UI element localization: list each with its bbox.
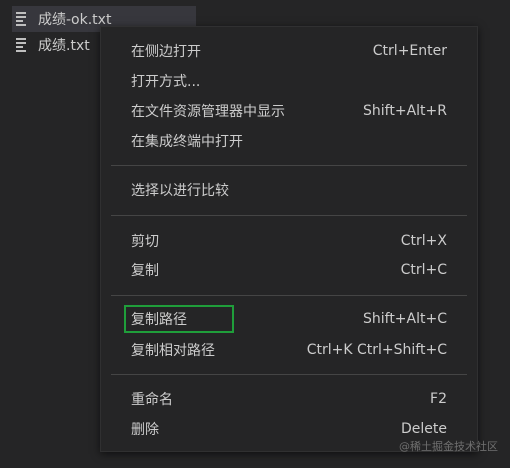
file-name: 成绩.txt [38,38,90,54]
menu-item-rename[interactable]: 重命名 F2 [101,385,477,413]
menu-item-shortcut: Ctrl+X [400,233,447,249]
menu-item-shortcut: Ctrl+K Ctrl+Shift+C [306,342,447,358]
menu-item-copy-relative-path[interactable]: 复制相对路径 Ctrl+K Ctrl+Shift+C [101,336,477,364]
menu-separator [111,165,467,166]
menu-item-label: 在文件资源管理器中显示 [131,104,285,120]
menu-item-label: 重命名 [131,392,173,408]
menu-separator [111,374,467,375]
menu-item-open-with[interactable]: 打开方式... [101,67,477,95]
text-file-icon [16,12,30,26]
menu-item-label: 复制相对路径 [131,343,215,359]
menu-item-open-in-terminal[interactable]: 在集成终端中打开 [101,127,477,155]
menu-separator [111,215,467,216]
menu-item-label: 在集成终端中打开 [131,134,243,150]
menu-separator [111,295,467,296]
menu-item-label: 选择以进行比较 [131,183,229,199]
menu-item-shortcut: F2 [430,391,447,407]
menu-item-copy[interactable]: 复制 Ctrl+C [101,256,477,284]
context-menu: 在侧边打开 Ctrl+Enter 打开方式... 在文件资源管理器中显示 Shi… [100,26,478,452]
menu-item-shortcut: Ctrl+C [400,262,447,278]
menu-item-label: 在侧边打开 [131,44,201,60]
explorer-file-item[interactable]: 成绩.txt [16,32,90,58]
menu-item-label: 复制 [131,263,159,279]
menu-item-open-to-side[interactable]: 在侧边打开 Ctrl+Enter [101,37,477,65]
menu-item-select-for-compare[interactable]: 选择以进行比较 [101,176,477,204]
menu-item-label: 复制路径 [131,312,187,328]
watermark: @稀土掘金技术社区 [399,440,498,453]
menu-item-copy-path[interactable]: 复制路径 Shift+Alt+C [101,305,477,333]
menu-item-label: 打开方式... [131,74,201,90]
menu-item-shortcut: Shift+Alt+R [363,103,447,119]
menu-item-reveal-in-explorer[interactable]: 在文件资源管理器中显示 Shift+Alt+R [101,97,477,125]
menu-item-shortcut: Ctrl+Enter [372,43,447,59]
menu-item-shortcut: Shift+Alt+C [362,311,447,327]
menu-item-label: 删除 [131,422,159,438]
menu-item-cut[interactable]: 剪切 Ctrl+X [101,227,477,255]
menu-item-label: 剪切 [131,234,159,250]
menu-item-shortcut: Delete [401,421,447,437]
text-file-icon [16,38,30,52]
vscode-window: 成绩-ok.txt 成绩.txt 在侧边打开 Ctrl+Enter 打开方式..… [0,0,510,468]
